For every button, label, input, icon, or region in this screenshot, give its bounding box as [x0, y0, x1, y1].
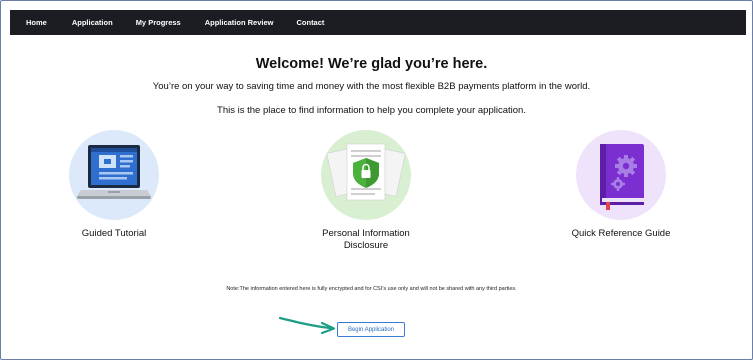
laptop-icon [77, 145, 151, 199]
nav-my-progress[interactable]: My Progress [136, 18, 181, 27]
top-navbar: Home Application My Progress Application… [10, 10, 746, 35]
nav-contact[interactable]: Contact [296, 18, 324, 27]
welcome-heading: Welcome! We’re glad you’re here. [255, 56, 488, 72]
disclosure-icon-circle [321, 130, 411, 220]
shield-documents-icon [326, 143, 406, 201]
page-frame: Home Application My Progress Application… [0, 0, 753, 360]
subtitle-text: You’re on your way to saving time and mo… [152, 81, 591, 92]
nav-application[interactable]: Application [72, 18, 113, 27]
nav-home[interactable]: Home [26, 18, 47, 27]
subtitle-text-2: This is the place to find information to… [217, 105, 526, 116]
begin-application-button[interactable]: Begin Application [337, 322, 405, 337]
quick-reference-label[interactable]: Quick Reference Guide [561, 228, 681, 240]
guided-tutorial-label[interactable]: Guided Tutorial [64, 228, 164, 240]
personal-information-card[interactable]: Personal Information Disclosure [306, 130, 426, 252]
nav-application-review[interactable]: Application Review [205, 18, 274, 27]
reference-icon-circle [576, 130, 666, 220]
guided-tutorial-card[interactable]: Guided Tutorial [64, 130, 164, 240]
quick-reference-card[interactable]: Quick Reference Guide [561, 130, 681, 240]
book-gears-icon [600, 144, 644, 210]
pointer-arrow-icon [278, 316, 336, 335]
tutorial-icon-circle [69, 130, 159, 220]
privacy-note: Note:The information entered here is ful… [226, 286, 517, 292]
personal-information-label[interactable]: Personal Information Disclosure [306, 228, 426, 252]
